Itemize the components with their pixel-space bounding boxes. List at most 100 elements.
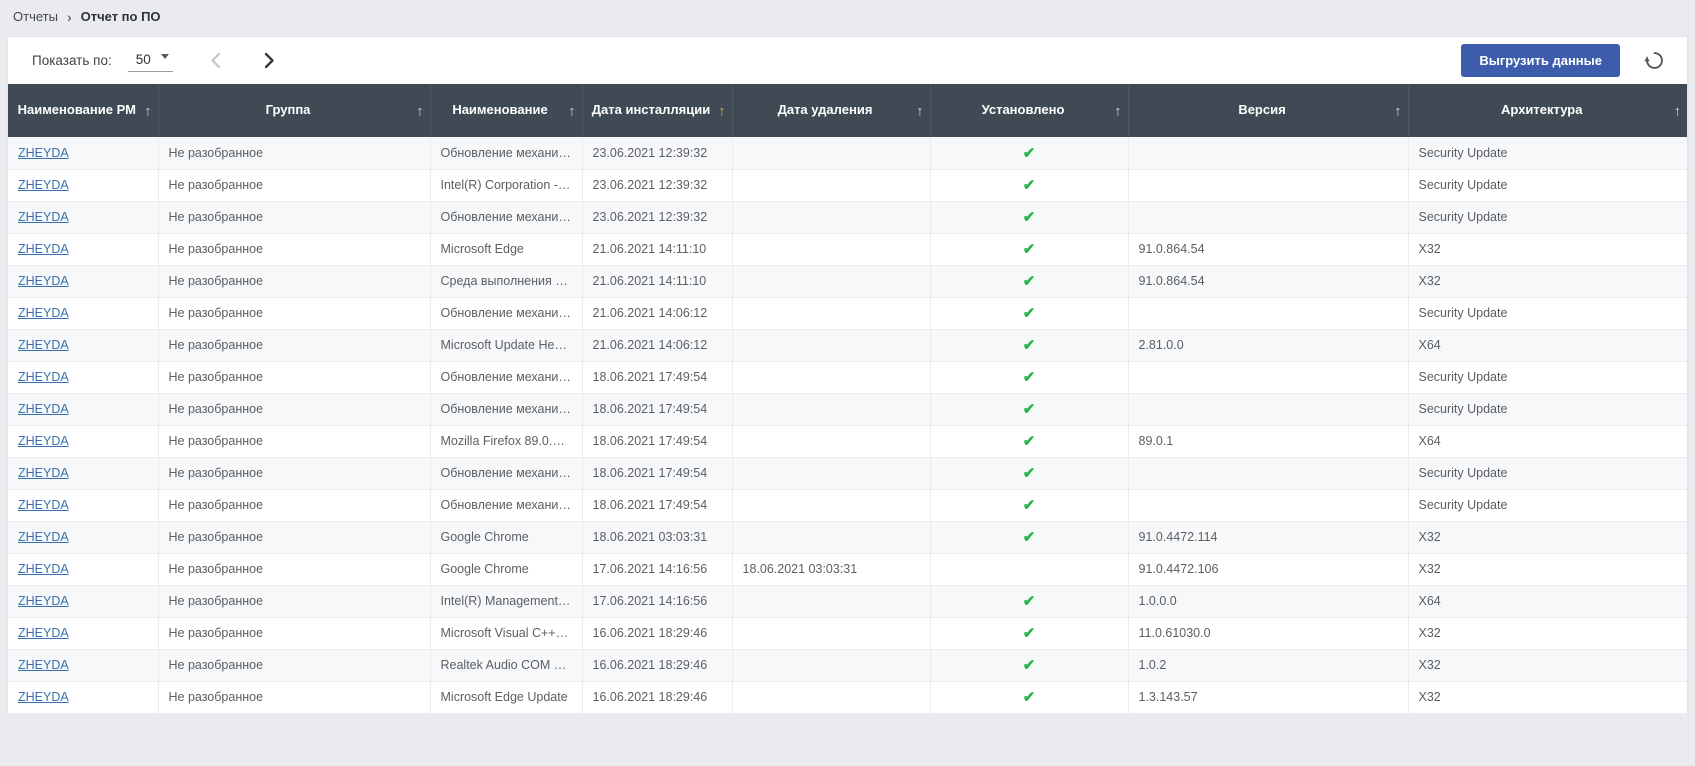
page-size-select[interactable]: 50 bbox=[127, 49, 173, 72]
installed-cell bbox=[930, 457, 1129, 490]
software-name-cell: Microsoft Edge bbox=[430, 233, 583, 266]
architecture-cell: Security Update bbox=[1408, 169, 1687, 202]
installed-cell bbox=[930, 361, 1129, 394]
workstation-cell: ZHEYDA bbox=[8, 617, 159, 650]
removal-date-cell bbox=[732, 585, 931, 618]
workstation-cell: ZHEYDA bbox=[8, 393, 159, 426]
column-header-version[interactable]: Версия bbox=[1128, 84, 1409, 137]
refresh-button[interactable] bbox=[1644, 50, 1665, 71]
installed-cell bbox=[930, 681, 1129, 714]
prev-page-button[interactable] bbox=[203, 48, 229, 74]
installed-cell bbox=[930, 425, 1129, 458]
column-header-label: Наименование bbox=[452, 102, 548, 118]
workstation-link[interactable]: ZHEYDA bbox=[18, 402, 69, 416]
sort-arrow-icon[interactable] bbox=[917, 101, 924, 120]
version-cell: 1.3.143.57 bbox=[1128, 681, 1409, 714]
workstation-cell: ZHEYDA bbox=[8, 201, 159, 234]
workstation-link[interactable]: ZHEYDA bbox=[18, 562, 69, 576]
architecture-cell: X32 bbox=[1408, 265, 1687, 298]
version-cell: 91.0.4472.106 bbox=[1128, 553, 1409, 586]
install-date-cell: 18.06.2021 17:49:54 bbox=[582, 425, 733, 458]
installed-check-icon bbox=[1023, 467, 1036, 481]
sort-arrow-icon[interactable] bbox=[719, 101, 726, 120]
workstation-cell: ZHEYDA bbox=[8, 553, 159, 586]
workstation-link[interactable]: ZHEYDA bbox=[18, 242, 69, 256]
column-header-workstation[interactable]: Наименование РМ bbox=[8, 84, 159, 137]
installed-cell bbox=[930, 265, 1129, 298]
group-cell: Не разобранное bbox=[158, 681, 431, 714]
next-page-button[interactable] bbox=[257, 48, 283, 74]
sort-arrow-icon[interactable] bbox=[1395, 101, 1402, 120]
removal-date-cell bbox=[732, 393, 931, 426]
architecture-cell: X32 bbox=[1408, 681, 1687, 714]
removal-date-cell bbox=[732, 649, 931, 682]
workstation-link[interactable]: ZHEYDA bbox=[18, 338, 69, 352]
column-header-installed[interactable]: Установлено bbox=[930, 84, 1129, 137]
removal-date-cell: 18.06.2021 03:03:31 bbox=[732, 553, 931, 586]
workstation-cell: ZHEYDA bbox=[8, 137, 159, 170]
version-cell: 91.0.4472.114 bbox=[1128, 521, 1409, 554]
workstation-link[interactable]: ZHEYDA bbox=[18, 274, 69, 288]
table-body: ZHEYDA Не разобранное Обновление механиз… 2… bbox=[8, 137, 1687, 714]
removal-date-cell bbox=[732, 457, 931, 490]
installed-check-icon bbox=[1023, 659, 1036, 673]
export-data-button[interactable]: Выгрузить данные bbox=[1461, 44, 1620, 77]
page-size-label: Показать по: bbox=[32, 53, 112, 68]
column-header-removal-date[interactable]: Дата удаления bbox=[732, 84, 931, 137]
sort-arrow-icon[interactable] bbox=[417, 101, 424, 120]
column-header-group[interactable]: Группа bbox=[158, 84, 431, 137]
installed-check-icon bbox=[1023, 275, 1036, 289]
install-date-cell: 18.06.2021 17:49:54 bbox=[582, 457, 733, 490]
workstation-link[interactable]: ZHEYDA bbox=[18, 626, 69, 640]
workstation-link[interactable]: ZHEYDA bbox=[18, 594, 69, 608]
column-header-name[interactable]: Наименование bbox=[430, 84, 583, 137]
version-cell bbox=[1128, 361, 1409, 394]
group-cell: Не разобранное bbox=[158, 297, 431, 330]
installed-check-icon bbox=[1023, 435, 1036, 449]
sort-arrow-icon[interactable] bbox=[145, 101, 152, 120]
sort-arrow-icon[interactable] bbox=[1674, 101, 1681, 120]
workstation-link[interactable]: ZHEYDA bbox=[18, 178, 69, 192]
workstation-link[interactable]: ZHEYDA bbox=[18, 146, 69, 160]
workstation-link[interactable]: ZHEYDA bbox=[18, 658, 69, 672]
architecture-cell: Security Update bbox=[1408, 137, 1687, 170]
workstation-cell: ZHEYDA bbox=[8, 649, 159, 682]
breadcrumb-reports-link[interactable]: Отчеты bbox=[13, 9, 58, 24]
workstation-link[interactable]: ZHEYDA bbox=[18, 690, 69, 704]
workstation-link[interactable]: ZHEYDA bbox=[18, 306, 69, 320]
removal-date-cell bbox=[732, 297, 931, 330]
architecture-cell: X32 bbox=[1408, 617, 1687, 650]
architecture-cell: Security Update bbox=[1408, 457, 1687, 490]
workstation-link[interactable]: ZHEYDA bbox=[18, 210, 69, 224]
table-row: ZHEYDA Не разобранное Обновление механиз… 1… bbox=[8, 361, 1687, 394]
page-size-value: 50 bbox=[135, 52, 151, 67]
removal-date-cell bbox=[732, 265, 931, 298]
workstation-link[interactable]: ZHEYDA bbox=[18, 530, 69, 544]
workstation-cell: ZHEYDA bbox=[8, 585, 159, 618]
group-cell: Не разобранное bbox=[158, 649, 431, 682]
installed-check-icon bbox=[1023, 531, 1036, 545]
column-header-install-date[interactable]: Дата инсталляции bbox=[582, 84, 733, 137]
installed-check-icon bbox=[1023, 339, 1036, 353]
sort-arrow-icon[interactable] bbox=[569, 101, 576, 120]
sort-arrow-icon[interactable] bbox=[1115, 101, 1122, 120]
table-row: ZHEYDA Не разобранное Обновление механиз… 1… bbox=[8, 393, 1687, 426]
removal-date-cell bbox=[732, 169, 931, 202]
workstation-link[interactable]: ZHEYDA bbox=[18, 498, 69, 512]
workstation-cell: ZHEYDA bbox=[8, 521, 159, 554]
version-cell bbox=[1128, 393, 1409, 426]
software-name-cell: Обновление механиз… bbox=[430, 393, 583, 426]
installed-check-icon bbox=[1023, 147, 1036, 161]
workstation-link[interactable]: ZHEYDA bbox=[18, 434, 69, 448]
version-cell: 91.0.864.54 bbox=[1128, 233, 1409, 266]
column-header-architecture[interactable]: Архитектура bbox=[1408, 84, 1687, 137]
table-row: ZHEYDA Не разобранное Обновление механиз… 2… bbox=[8, 297, 1687, 330]
version-cell: 1.0.2 bbox=[1128, 649, 1409, 682]
workstation-link[interactable]: ZHEYDA bbox=[18, 466, 69, 480]
workstation-cell: ZHEYDA bbox=[8, 265, 159, 298]
group-cell: Не разобранное bbox=[158, 521, 431, 554]
column-header-label: Дата удаления bbox=[777, 102, 873, 118]
workstation-link[interactable]: ZHEYDA bbox=[18, 370, 69, 384]
software-name-cell: Обновление механиз… bbox=[430, 457, 583, 490]
install-date-cell: 17.06.2021 14:16:56 bbox=[582, 553, 733, 586]
